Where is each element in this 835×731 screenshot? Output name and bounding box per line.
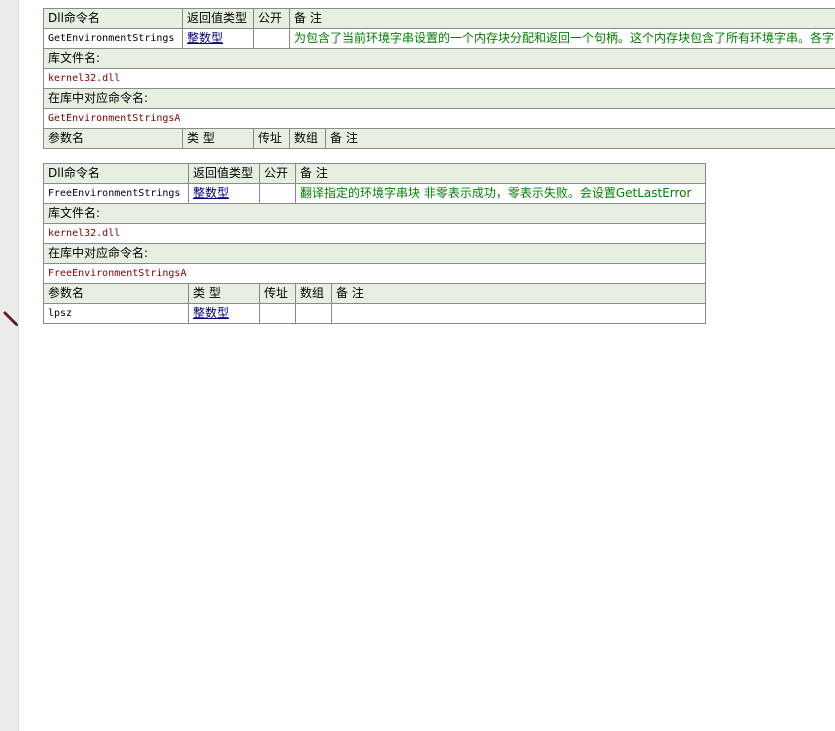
alias-label: 在库中对应命令名: [42, 88, 835, 109]
param-header-type: 类 型 [182, 128, 254, 149]
param-type-link[interactable]: 整数型 [193, 306, 229, 320]
col-header-command-name: Dll命令名 [43, 8, 183, 29]
alias-value-row: GetEnvironmentStringsA [42, 108, 835, 129]
col-header-public: 公开 [253, 8, 290, 29]
return-type-cell: 整数型 [188, 183, 260, 204]
param-type-cell: 整数型 [188, 303, 260, 324]
alias-label-row: 在库中对应命令名: [42, 88, 835, 109]
alias-value[interactable]: FreeEnvironmentStringsA [42, 263, 707, 284]
alias-value[interactable]: GetEnvironmentStringsA [42, 108, 835, 129]
public-cell[interactable] [259, 183, 296, 204]
lib-file-label: 库文件名: [42, 48, 835, 69]
command-name-cell[interactable]: FreeEnvironmentStrings [43, 183, 189, 204]
param-header-remark: 备 注 [330, 283, 707, 304]
param-header-name: 参数名 [43, 283, 189, 304]
param-header-byref: 传址 [253, 128, 290, 149]
col-header-command-name: Dll命令名 [43, 163, 189, 184]
col-header-remark: 备 注 [294, 163, 707, 184]
param-header-remark: 备 注 [324, 128, 835, 149]
col-header-public: 公开 [259, 163, 296, 184]
param-name-cell[interactable]: lpsz [43, 303, 189, 324]
param-header-row: 参数名 类 型 传址 数组 备 注 [43, 283, 707, 304]
param-header-name: 参数名 [43, 128, 183, 149]
dll-header-row: Dll命令名 返回值类型 公开 备 注 [43, 8, 835, 29]
col-header-return-type: 返回值类型 [188, 163, 260, 184]
dll-declaration-table-1: Dll命令名 返回值类型 公开 备 注 GetEnvironmentString… [42, 8, 835, 149]
remark-cell[interactable]: 翻译指定的环境字串块 非零表示成功，零表示失败。会设置GetLastError [294, 183, 707, 204]
dll-declaration-table-2: Dll命令名 返回值类型 公开 备 注 FreeEnvironmentStrin… [42, 163, 707, 324]
col-header-remark: 备 注 [288, 8, 835, 29]
public-cell[interactable] [253, 28, 290, 49]
param-header-array: 数组 [289, 128, 326, 149]
lib-file-label: 库文件名: [42, 203, 707, 224]
return-type-link[interactable]: 整数型 [193, 186, 229, 200]
alias-label-row: 在库中对应命令名: [42, 243, 707, 264]
param-header-row: 参数名 类 型 传址 数组 备 注 [43, 128, 835, 149]
lib-label-row: 库文件名: [42, 48, 835, 69]
col-header-return-type: 返回值类型 [182, 8, 254, 29]
return-type-cell: 整数型 [182, 28, 254, 49]
editor-gutter [0, 0, 19, 731]
dll-value-row: GetEnvironmentStrings 整数型 为包含了当前环境字串设置的一… [43, 28, 835, 49]
param-byref-cell[interactable] [259, 303, 296, 324]
param-array-cell[interactable] [295, 303, 332, 324]
lib-value-row: kernel32.dll [42, 68, 835, 89]
alias-label: 在库中对应命令名: [42, 243, 707, 264]
dll-value-row: FreeEnvironmentStrings 整数型 翻译指定的环境字串块 非零… [43, 183, 707, 204]
param-remark-cell[interactable] [330, 303, 707, 324]
param-header-type: 类 型 [188, 283, 260, 304]
lib-file-value[interactable]: kernel32.dll [42, 68, 835, 89]
param-row: lpsz 整数型 [43, 303, 707, 324]
dll-header-row: Dll命令名 返回值类型 公开 备 注 [43, 163, 707, 184]
command-name-cell[interactable]: GetEnvironmentStrings [43, 28, 183, 49]
return-type-link[interactable]: 整数型 [187, 31, 223, 45]
param-header-array: 数组 [295, 283, 332, 304]
alias-value-row: FreeEnvironmentStringsA [42, 263, 707, 284]
remark-cell[interactable]: 为包含了当前环境字串设置的一个内存块分配和返回一个句柄。这个内存块包含了所有环境… [288, 28, 835, 49]
lib-file-value[interactable]: kernel32.dll [42, 223, 707, 244]
lib-label-row: 库文件名: [42, 203, 707, 224]
param-header-byref: 传址 [259, 283, 296, 304]
lib-value-row: kernel32.dll [42, 223, 707, 244]
pencil-icon [3, 311, 18, 326]
